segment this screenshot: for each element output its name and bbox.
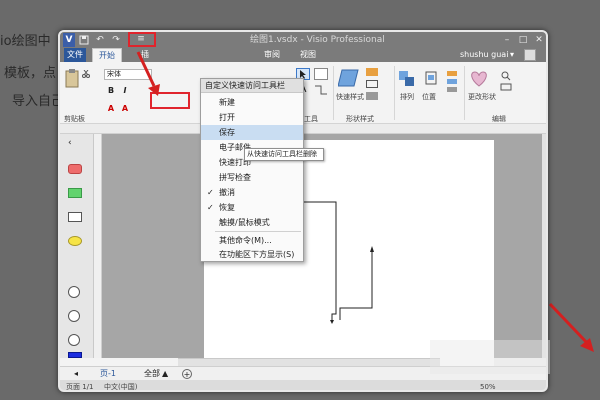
shape-circle-1[interactable] [68,286,80,298]
redo-icon[interactable]: ↷ [110,33,122,47]
tab-view[interactable]: 视图 [296,48,320,62]
shape-yellow-ellipse[interactable] [68,236,82,246]
tools-group-label: 工具 [304,115,318,123]
shape-search-bar [60,124,546,134]
menu-item-show-below-ribbon[interactable]: 在功能区下方显示(S) [201,247,303,262]
position-label[interactable]: 位置 [422,92,436,102]
menu-separator [215,231,301,232]
clipboard-group-label: 剪贴板 [64,115,85,123]
change-shape-label[interactable]: 更改形状 [468,92,496,102]
quick-styles-icon[interactable] [337,68,362,88]
bold-button[interactable]: B [106,86,116,96]
arrange-small-icons[interactable] [446,70,458,94]
ribbon-separator [333,66,334,120]
tab-home[interactable]: 开始 [92,48,122,62]
save-icon[interactable] [78,33,90,47]
page-tab-1[interactable]: 页-1 [100,367,116,381]
annotation-arrow-down [136,51,160,96]
arrange-label[interactable]: 排列 [400,92,414,102]
connector-tool-icon[interactable] [314,84,328,96]
menu-item-label: 拼写检查 [219,173,251,182]
vertical-ruler [94,134,102,358]
menu-item-label: 恢复 [219,203,235,212]
rectangle-tool-icon[interactable] [314,68,328,80]
menu-item-touch-mode[interactable]: 触摸/鼠标模式 [201,215,303,230]
watermark-overlay [430,340,550,374]
ribbon-separator [464,66,465,120]
background-text-line-2: 模板，点 [4,66,57,81]
edit-group-label: 编辑 [492,115,506,123]
fill-color-icon[interactable] [366,68,378,76]
menu-item-label: 在功能区下方显示(S) [219,250,295,259]
shape-blue[interactable] [68,352,82,358]
check-icon: ✓ [207,203,214,212]
drawing-workspace[interactable] [94,134,542,380]
close-icon[interactable]: ✕ [532,34,546,46]
menu-item-undo[interactable]: ✓ 撤消 [201,185,303,200]
shape-white[interactable] [68,212,82,222]
customize-quick-access-menu: 自定义快速访问工具栏 新建 打开 保存 电子邮件 快速打印 拼写检查 ✓ 撤消 ✓… [200,78,304,262]
shape-circle-3[interactable] [68,334,80,346]
menu-item-new[interactable]: 新建 [201,95,303,110]
zoom-level[interactable]: 50% [480,380,496,390]
menu-item-spelling[interactable]: 拼写检查 [201,170,303,185]
shape-red[interactable] [68,164,82,174]
visio-logo-icon: V [63,33,75,47]
shape-circle-2[interactable] [68,310,80,322]
find-icons[interactable] [500,70,512,94]
menu-item-label: 撤消 [219,188,235,197]
position-icon[interactable] [422,70,440,88]
line-icon[interactable] [366,80,378,88]
paste-icon[interactable] [64,68,80,90]
all-pages-arrow-icon[interactable]: ▲ [162,367,168,381]
undo-icon[interactable]: ↶ [94,33,106,47]
status-bar: 页面 1/1 中文(中国) 50% [60,380,546,391]
annotation-box-customize [128,32,156,47]
avatar[interactable] [524,49,536,61]
change-shape-icon[interactable] [468,68,490,88]
shapes-panel: ‹ [60,134,94,358]
menu-item-label: 触摸/鼠标模式 [219,218,270,227]
effects-icon[interactable] [366,92,378,100]
menu-item-open[interactable]: 打开 [201,110,303,125]
page-nav-icon[interactable]: ◂ [74,367,78,381]
minimize-icon[interactable]: – [500,34,514,46]
cut-icon[interactable] [82,69,90,78]
annotation-arrow-right [548,302,594,352]
user-arrow-icon[interactable]: ▾ [510,48,514,62]
tab-review[interactable]: 审阅 [260,48,284,62]
check-icon: ✓ [207,188,214,197]
menu-item-more-commands[interactable]: 其他命令(M)... [201,233,303,248]
background-text-line-3: 导入自己 [12,94,65,109]
add-page-button[interactable]: + [182,369,192,379]
visio-window: V ↶ ↷ ≡ 绘图1.vsdx - Visio Professional – … [58,30,548,392]
panel-collapse-icon[interactable]: ‹ [68,138,82,148]
background-text-line-1: io绘图中 [0,34,51,49]
vertical-scrollbar[interactable] [542,134,546,358]
shape-green[interactable] [68,188,82,198]
menu-item-label: 打开 [219,113,235,122]
menu-header: 自定义快速访问工具栏 [201,79,303,93]
italic-button[interactable]: I [120,86,130,96]
quick-styles-label[interactable]: 快速样式 [336,92,364,102]
menu-item-label: 新建 [219,98,235,107]
maximize-icon[interactable]: □ [516,34,530,46]
user-name[interactable]: shushu guai [460,48,508,62]
page-count-status: 页面 1/1 [66,383,94,391]
remove-from-toolbar-tooltip: 从快速访问工具栏删除 [244,148,324,161]
all-pages-button[interactable]: 全部 [144,367,160,381]
ribbon-separator [394,66,395,120]
menu-item-label: 保存 [219,128,235,137]
menu-item-save[interactable]: 保存 [201,125,303,140]
menu-item-redo[interactable]: ✓ 恢复 [201,200,303,215]
shape-style-group-label: 形状样式 [346,115,374,123]
window-title: 绘图1.vsdx - Visio Professional [250,35,385,45]
arrange-icon[interactable] [398,70,416,88]
font-color-button[interactable]: A [106,104,116,114]
tab-file[interactable]: 文件 [64,48,86,62]
language-status: 中文(中国) [104,383,138,391]
horizontal-scrollbar[interactable] [178,358,440,366]
font-size-increase-button[interactable]: A [120,104,130,114]
menu-item-label: 其他命令(M)... [219,236,272,245]
